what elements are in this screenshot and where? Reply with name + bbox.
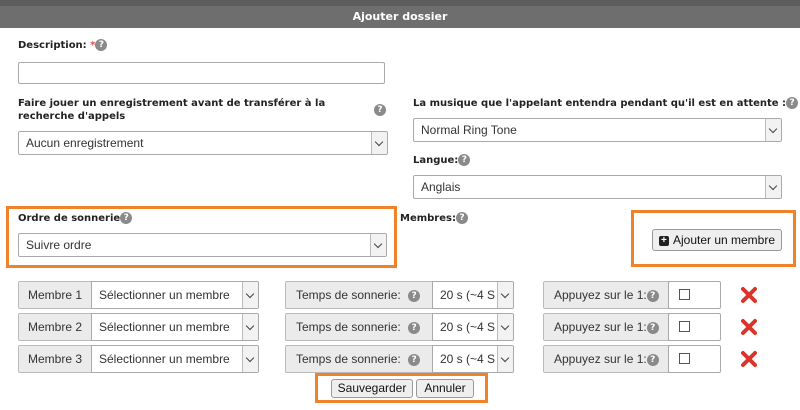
description-label-wrap: Description: *? (18, 39, 108, 52)
help-icon[interactable]: ? (646, 321, 659, 334)
language-select[interactable]: Anglais (413, 175, 782, 199)
press-one-checkbox[interactable] (679, 289, 690, 300)
add-member-button[interactable]: + Ajouter un membre (652, 229, 782, 251)
member-label: Membre 3 (18, 345, 92, 373)
chevron-down-icon (497, 314, 513, 340)
help-icon[interactable]: ? (408, 321, 421, 334)
chevron-down-icon (242, 314, 258, 340)
ring-time-select-value: 20 s (~4 S (440, 288, 496, 302)
delete-x-icon[interactable] (740, 318, 758, 336)
press-one-label-text: Appuyez sur le 1: (554, 320, 647, 334)
chevron-down-icon (242, 282, 258, 308)
ring-time-label-text: Temps de sonnerie: (296, 288, 401, 302)
member-label: Membre 1 (18, 281, 92, 309)
chevron-down-icon (242, 346, 258, 372)
member-select-value: Sélectionner un membre (99, 352, 230, 366)
delete-x-icon[interactable] (740, 286, 758, 304)
ring-order-select[interactable]: Suivre ordre (18, 233, 387, 257)
ring-order-label: Ordre de sonnerie (18, 213, 121, 224)
recording-label: Faire jouer un enregistrement avant de t… (18, 98, 326, 122)
press-one-box (668, 313, 721, 341)
dialog-title: Ajouter dossier (0, 6, 800, 28)
press-one-label: Appuyez sur le 1:? (543, 313, 669, 341)
help-icon[interactable]: ? (95, 39, 108, 51)
chevron-down-icon (371, 132, 387, 154)
chevron-down-icon (497, 282, 513, 308)
help-icon[interactable]: ? (646, 289, 659, 302)
ring-time-label-text: Temps de sonnerie: (296, 320, 401, 334)
members-label: Membres: (400, 213, 456, 224)
ring-time-label: Temps de sonnerie: ? (285, 313, 433, 341)
hold-music-label: La musique que l'appelant entendra penda… (413, 98, 787, 109)
help-icon[interactable]: ? (455, 212, 468, 224)
member-select[interactable]: Sélectionner un membre (91, 345, 259, 373)
ring-order-label-wrap: Ordre de sonnerie? (18, 212, 133, 225)
press-one-box (668, 345, 721, 373)
plus-square-icon: + (658, 235, 669, 246)
help-icon[interactable]: ? (786, 97, 799, 109)
press-one-checkbox[interactable] (679, 321, 690, 332)
ring-time-label: Temps de sonnerie: ? (285, 345, 433, 373)
chevron-down-icon (765, 176, 781, 198)
help-icon[interactable]: ? (120, 212, 133, 224)
save-button[interactable]: Sauvegarder (331, 379, 413, 398)
press-one-checkbox[interactable] (679, 353, 690, 364)
chevron-down-icon (370, 234, 386, 256)
ring-time-select-value: 20 s (~4 S (440, 320, 496, 334)
ring-time-label: Temps de sonnerie: ? (285, 281, 433, 309)
ring-time-select-value: 20 s (~4 S (440, 352, 496, 366)
help-icon[interactable]: ? (408, 289, 421, 302)
members-label-wrap: Membres:? (400, 212, 468, 225)
description-label: Description: (18, 40, 91, 51)
member-label: Membre 2 (18, 313, 92, 341)
press-one-label: Appuyez sur le 1:? (543, 345, 669, 373)
delete-x-icon[interactable] (740, 350, 758, 368)
chevron-down-icon (497, 346, 513, 372)
help-icon[interactable]: ? (408, 353, 421, 366)
press-one-label: Appuyez sur le 1:? (543, 281, 669, 309)
ring-time-label-text: Temps de sonnerie: (296, 352, 401, 366)
hold-music-label-wrap: La musique que l'appelant entendra penda… (413, 97, 799, 110)
help-icon[interactable]: ? (458, 154, 471, 166)
language-select-value: Anglais (421, 180, 461, 194)
ring-order-select-value: Suivre ordre (26, 238, 92, 252)
member-select[interactable]: Sélectionner un membre (91, 281, 259, 309)
hold-music-select[interactable]: Normal Ring Tone (413, 118, 782, 142)
description-input[interactable] (18, 62, 385, 84)
member-select[interactable]: Sélectionner un membre (91, 313, 259, 341)
language-label: Langue: (413, 155, 459, 166)
press-one-label-text: Appuyez sur le 1: (554, 288, 647, 302)
hold-music-select-value: Normal Ring Tone (421, 123, 517, 137)
member-select-value: Sélectionner un membre (99, 320, 230, 334)
recording-select[interactable]: Aucun enregistrement (18, 131, 388, 155)
cancel-button[interactable]: Annuler (416, 379, 474, 398)
language-label-wrap: Langue:? (413, 154, 471, 167)
chevron-down-icon (765, 119, 781, 141)
add-member-button-label: Ajouter un membre (672, 233, 776, 247)
help-icon[interactable]: ? (646, 353, 659, 366)
ring-time-select[interactable]: 20 s (~4 S (432, 281, 514, 309)
ring-time-select[interactable]: 20 s (~4 S (432, 313, 514, 341)
member-select-value: Sélectionner un membre (99, 288, 230, 302)
press-one-box (668, 281, 721, 309)
press-one-label-text: Appuyez sur le 1: (554, 352, 647, 366)
help-icon[interactable]: ? (374, 104, 386, 116)
ring-time-select[interactable]: 20 s (~4 S (432, 345, 514, 373)
recording-select-value: Aucun enregistrement (26, 136, 144, 150)
